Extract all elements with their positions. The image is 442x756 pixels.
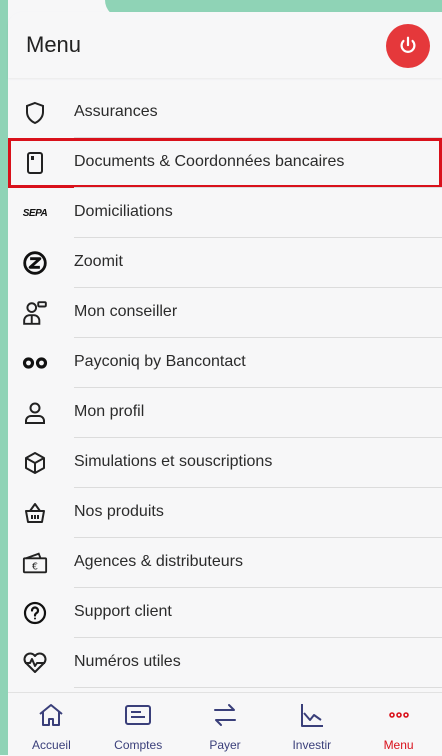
logout-button[interactable]: [386, 24, 430, 68]
menu-item-label: Support client: [74, 603, 172, 620]
nav-accueil[interactable]: Accueil: [8, 693, 95, 756]
menu-item-support[interactable]: Support client: [8, 588, 442, 638]
nav-label: Menu: [383, 738, 414, 752]
menu-item-conseiller[interactable]: Mon conseiller: [8, 288, 442, 338]
menu-header: Menu: [8, 12, 442, 78]
heartbeat-icon: [22, 650, 48, 676]
nav-label: Accueil: [32, 738, 71, 752]
menu-item-label: Payconiq by Bancontact: [74, 353, 246, 370]
bottom-navigation: Accueil Comptes Payer Investir Menu: [8, 692, 442, 756]
menu-item-label: Numéros utiles: [74, 653, 181, 670]
page-title: Menu: [26, 32, 82, 57]
nav-menu[interactable]: Menu: [355, 693, 442, 756]
menu-item-numeros[interactable]: Numéros utiles: [8, 638, 442, 688]
menu-item-label: Domiciliations: [74, 203, 173, 220]
shield-icon: [22, 100, 48, 126]
question-icon: [22, 600, 48, 626]
menu-item-label: Assurances: [74, 103, 158, 120]
chart-icon: [300, 704, 323, 727]
menu-item-assurances[interactable]: Assurances: [8, 88, 442, 138]
power-icon: [400, 36, 416, 53]
menu-item-payconiq[interactable]: Payconiq by Bancontact: [8, 338, 442, 388]
menu-item-label: Mon conseiller: [74, 303, 178, 320]
menu-item-label: Documents & Coordonnées bancaires: [74, 153, 345, 170]
home-icon: [39, 704, 64, 726]
menu-item-produits[interactable]: Nos produits: [8, 488, 442, 538]
menu-item-agences[interactable]: € Agences & distributeurs: [8, 538, 442, 588]
menu-item-domiciliations[interactable]: SEPA Domiciliations: [8, 188, 442, 238]
wallet-icon: €: [22, 550, 48, 576]
payconiq-icon: [22, 350, 48, 376]
scpa-icon: SEPA: [22, 200, 48, 226]
profile-icon: [22, 400, 48, 426]
nav-payer[interactable]: Payer: [182, 693, 269, 756]
decorative-stripe: [0, 0, 8, 755]
scpa-icon-text: SEPA: [22, 207, 48, 219]
menu-item-label: Agences & distributeurs: [74, 553, 243, 570]
nav-label: Comptes: [114, 738, 163, 752]
menu-item-label: Zoomit: [74, 253, 123, 270]
transfer-icon: [213, 704, 236, 726]
advisor-icon: [22, 300, 48, 326]
cube-icon: [22, 450, 48, 476]
menu-item-documents[interactable]: Documents & Coordonnées bancaires: [8, 138, 442, 188]
basket-icon: [22, 500, 48, 526]
nav-label: Investir: [292, 738, 332, 752]
document-icon: [22, 150, 48, 176]
nav-investir[interactable]: Investir: [268, 693, 355, 756]
zoomit-icon: [22, 250, 48, 276]
menu-item-simulations[interactable]: Simulations et souscriptions: [8, 438, 442, 488]
card-icon: [125, 705, 152, 725]
nav-comptes[interactable]: Comptes: [95, 693, 182, 756]
menu-item-zoomit[interactable]: Zoomit: [8, 238, 442, 288]
nav-label: Payer: [209, 738, 241, 752]
menu-item-label: Nos produits: [74, 503, 164, 520]
more-dots-icon: [388, 712, 409, 718]
menu-list: Assurances Documents & Coordonnées banca…: [8, 88, 442, 688]
menu-item-label: Mon profil: [74, 403, 145, 420]
svg-text:€: €: [32, 562, 38, 573]
menu-item-label: Simulations et souscriptions: [74, 453, 273, 470]
menu-item-profil[interactable]: Mon profil: [8, 388, 442, 438]
